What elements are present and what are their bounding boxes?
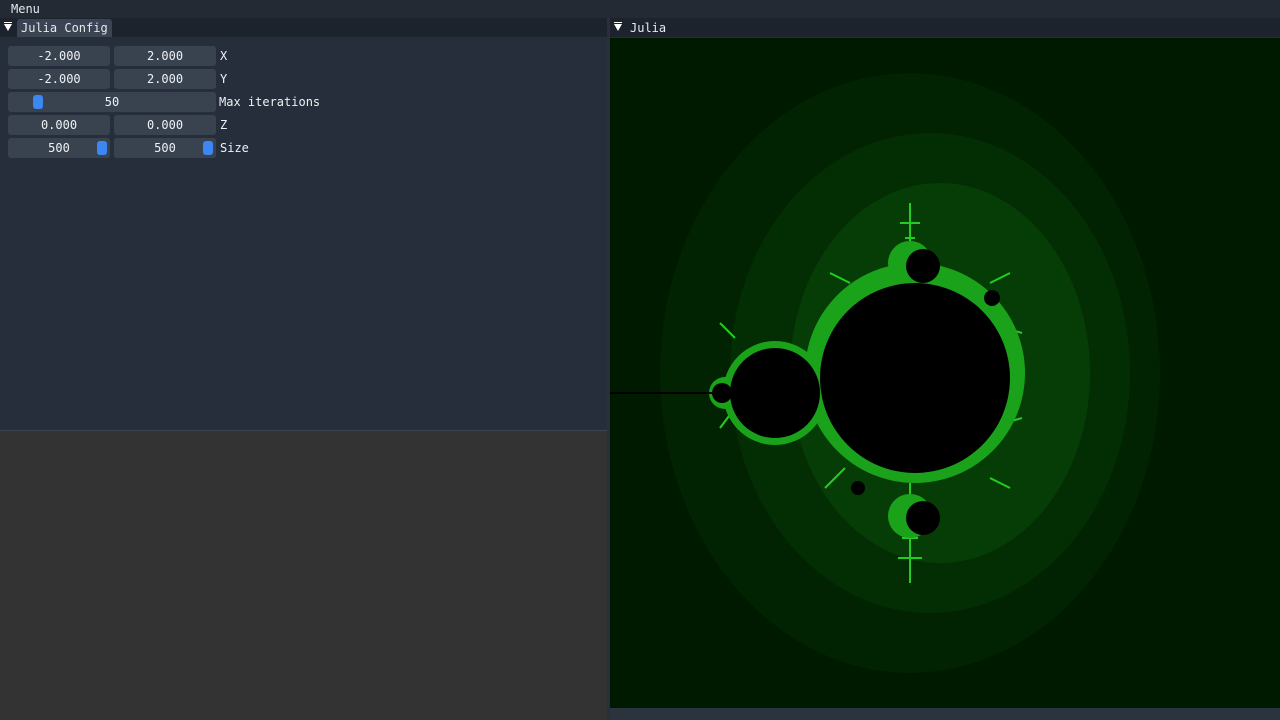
- julia-window: Julia: [610, 18, 1280, 720]
- config-title-tab[interactable]: Julia Config: [17, 19, 112, 37]
- menu-item[interactable]: Menu: [11, 2, 40, 16]
- y-max-input[interactable]: 2.000: [114, 69, 216, 89]
- julia-config-window: Julia Config -2.000 2.000 X -2.000 2.000…: [0, 18, 608, 431]
- x-min-input[interactable]: -2.000: [8, 46, 110, 66]
- bottom-bulb: [906, 501, 940, 535]
- config-title-bar: Julia Config: [0, 18, 607, 37]
- fractal-canvas[interactable]: [610, 38, 1280, 708]
- main-cardioid: [820, 283, 1010, 473]
- size-height-grab-handle[interactable]: [203, 141, 213, 155]
- real-axis-spike: [610, 392, 715, 394]
- y-min-input[interactable]: -2.000: [8, 69, 110, 89]
- collapse-arrow-icon[interactable]: [4, 22, 12, 31]
- menu-bar: Menu: [0, 0, 1280, 19]
- size-width-grab-handle[interactable]: [97, 141, 107, 155]
- fractal-image: [610, 38, 1280, 708]
- x-max-input[interactable]: 2.000: [114, 46, 216, 66]
- collapse-arrow-icon[interactable]: [614, 22, 622, 31]
- size-width-value: 500: [48, 141, 70, 155]
- size-height-slider[interactable]: 500: [114, 138, 216, 158]
- size-height-value: 500: [154, 141, 176, 155]
- julia-title: Julia: [630, 21, 667, 35]
- z-label: Z: [220, 118, 228, 132]
- max-iterations-label: Max iterations: [219, 95, 321, 109]
- y-range-row: -2.000 2.000 Y: [8, 69, 598, 89]
- max-iterations-value: 50: [104, 95, 120, 109]
- size-row: 500 500 Size: [8, 138, 598, 158]
- empty-dock-area: [0, 431, 607, 720]
- size-label: Size: [220, 141, 249, 155]
- z-imag-input[interactable]: 0.000: [114, 115, 216, 135]
- upper-right-bulb: [984, 290, 1000, 306]
- top-bulb: [906, 249, 940, 283]
- lower-left-bulb: [851, 481, 865, 495]
- julia-bottom-strip: [610, 708, 1280, 720]
- max-iterations-grab-handle[interactable]: [33, 95, 43, 109]
- period2-bulb: [730, 348, 820, 438]
- julia-title-bar: Julia: [610, 18, 1280, 37]
- y-label: Y: [220, 72, 228, 86]
- max-iterations-row: 50 Max iterations: [8, 92, 598, 112]
- max-iterations-slider[interactable]: 50: [8, 92, 216, 112]
- x-range-row: -2.000 2.000 X: [8, 46, 598, 66]
- z-real-input[interactable]: 0.000: [8, 115, 110, 135]
- size-width-slider[interactable]: 500: [8, 138, 110, 158]
- z-row: 0.000 0.000 Z: [8, 115, 598, 135]
- x-label: X: [220, 49, 228, 63]
